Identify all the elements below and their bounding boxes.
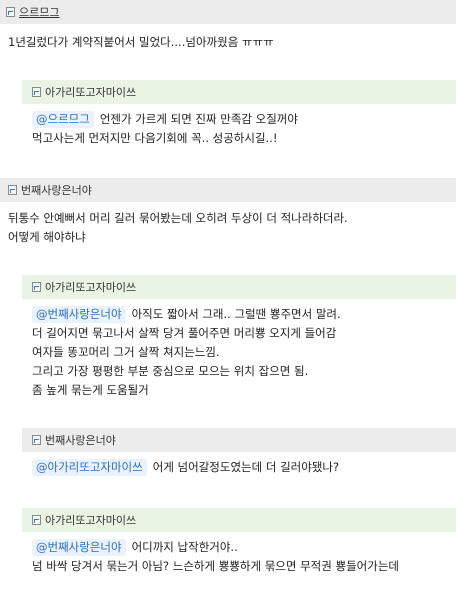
comment-text: 여자들 똥꼬머리 그거 살짝 쳐지는느낌. bbox=[32, 345, 220, 359]
author-name[interactable]: 으르므그 bbox=[19, 4, 59, 20]
comment-header: 번째사랑은너야 bbox=[0, 178, 456, 202]
comment-header: 으르므그 bbox=[0, 0, 456, 24]
profile-icon bbox=[8, 185, 17, 195]
author-name[interactable]: 번째사랑은너야 bbox=[45, 432, 116, 448]
profile-icon bbox=[6, 7, 15, 17]
comment-text: 뒤통수 안예뻐서 머리 길러 묶어봤는데 오히려 두상이 더 적나라하더라. bbox=[8, 211, 348, 225]
reply-body: @아가리또고자마이쓰 어게 넘어갈정도였는데 더 길러야됐나? bbox=[32, 458, 339, 477]
comment-text: 1년길렀다가 계약직붙어서 밀었다....넘아까웠음 ㅠㅠㅠ bbox=[8, 35, 274, 49]
comment-text: 더 길어지면 묶고나서 살짝 당겨 풀어주면 머리뿅 오지게 들어감 bbox=[32, 326, 337, 340]
reply-body: @번째사랑은너야 아직도 짧아서 그래.. 그럴땐 뿅주면서 말려. 더 길어지면… bbox=[32, 305, 341, 400]
comment-text: 그리고 가장 평평한 부분 중심으로 모으는 위치 잡으면 됨. bbox=[32, 364, 309, 378]
reply-header: 아가리또고자마이쓰 bbox=[22, 80, 456, 104]
mention-tag[interactable]: @번째사랑은너야 bbox=[32, 539, 126, 556]
comment-body: 뒤통수 안예뻐서 머리 길러 묶어봤는데 오히려 두상이 더 적나라하더라. 어… bbox=[8, 209, 348, 247]
comment-text: 어게 넘어갈정도였는데 더 길러야됐나? bbox=[152, 460, 340, 474]
author-name[interactable]: 아가리또고자마이쓰 bbox=[45, 512, 136, 528]
comment-text: 아직도 짧아서 그래.. 그럴땐 뿅주면서 말려. bbox=[131, 307, 341, 321]
profile-icon bbox=[32, 282, 41, 292]
comment-text: 어디까지 납작한거야.. bbox=[131, 540, 238, 554]
reply-body: @번째사랑은너야 어디까지 납작한거야.. 넘 바싹 당겨서 묶는거 아님? 느슨… bbox=[32, 538, 399, 576]
comment-text: 먹고사는게 먼저지만 다음기회에 꼭.. 성공하시길..! bbox=[32, 131, 278, 145]
reply-header: 아가리또고자마이쓰 bbox=[22, 508, 456, 532]
comment-text: 넘 바싹 당겨서 묶는거 아님? 느슨하게 뿅뿅하게 묶으면 무적권 뿅들어가는… bbox=[32, 559, 399, 573]
author-name[interactable]: 번째사랑은너야 bbox=[21, 182, 92, 198]
author-name[interactable]: 아가리또고자마이쓰 bbox=[45, 279, 136, 295]
comment-thread: 으르므그 1년길렀다가 계약직붙어서 밀었다....넘아까웠음 ㅠㅠㅠ 아가리또… bbox=[0, 0, 456, 600]
reply-header: 아가리또고자마이쓰 bbox=[22, 275, 456, 299]
comment-text: 어떻게 해야하냐 bbox=[8, 230, 86, 244]
profile-icon bbox=[32, 515, 41, 525]
profile-icon bbox=[32, 435, 41, 445]
reply-header: 번째사랑은너야 bbox=[22, 428, 456, 452]
mention-tag[interactable]: @아가리또고자마이쓰 bbox=[32, 459, 147, 476]
comment-text: 좀 높게 묶는게 도움될거 bbox=[32, 383, 149, 397]
profile-icon bbox=[32, 87, 41, 97]
mention-tag[interactable]: @으르므그 bbox=[32, 111, 94, 128]
comment-body: 1년길렀다가 계약직붙어서 밀었다....넘아까웠음 ㅠㅠㅠ bbox=[8, 33, 274, 52]
author-name[interactable]: 아가리또고자마이쓰 bbox=[45, 84, 136, 100]
reply-body: @으르므그 언젠가 가르게 되면 진짜 만족감 오질꺼야 먹고사는게 먼저지만 다… bbox=[32, 110, 298, 148]
mention-tag[interactable]: @번째사랑은너야 bbox=[32, 306, 126, 323]
comment-text: 언젠가 가르게 되면 진짜 만족감 오질꺼야 bbox=[99, 112, 298, 126]
